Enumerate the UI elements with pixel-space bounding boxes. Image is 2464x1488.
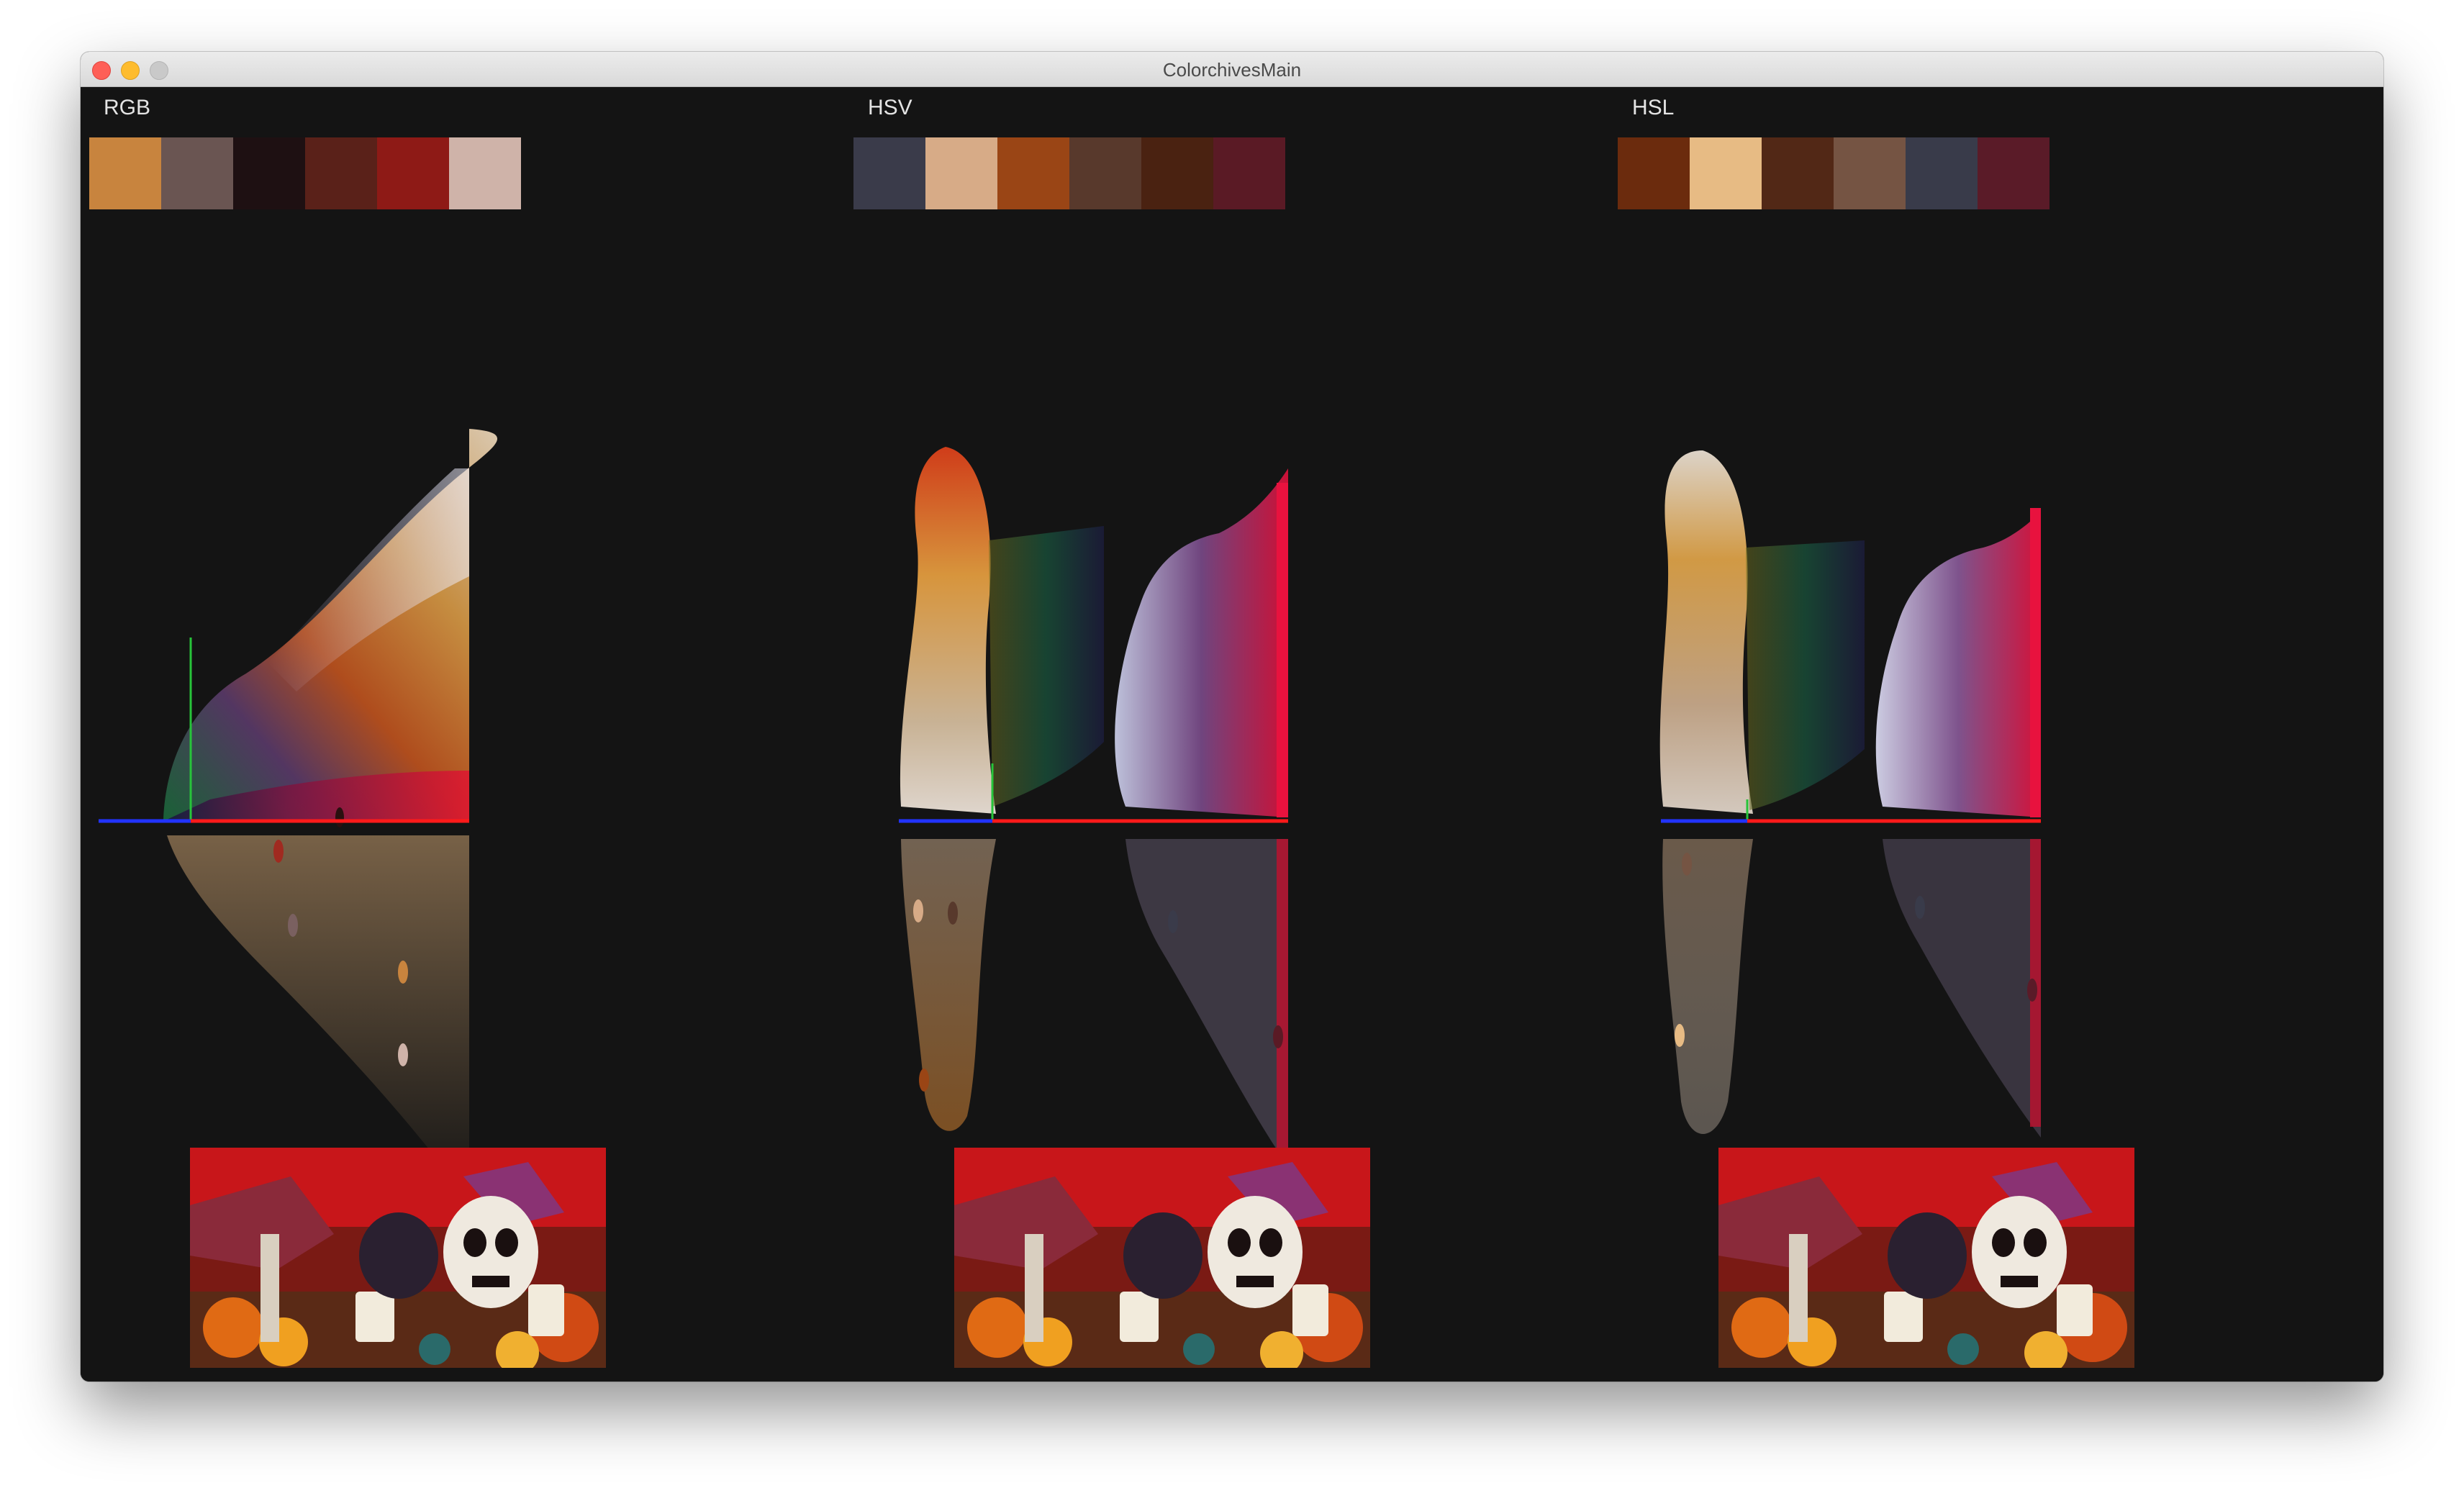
panel-hsv: HSV bbox=[845, 87, 1609, 1382]
panel-label-rgb: RGB bbox=[104, 96, 151, 119]
hsl-cloud-right bbox=[1875, 512, 2041, 817]
window-title: ColorchivesMain bbox=[1162, 59, 1302, 81]
hsl-cloud-left bbox=[1659, 450, 1753, 814]
palette-swatch[interactable] bbox=[233, 137, 305, 209]
hsv-centroid-marker bbox=[913, 899, 923, 922]
palette-rgb bbox=[89, 137, 521, 209]
panel-label-hsv: HSV bbox=[868, 96, 912, 119]
palette-swatch[interactable] bbox=[1141, 137, 1213, 209]
rgb-3d-plot[interactable] bbox=[81, 303, 845, 1202]
palette-swatch[interactable] bbox=[89, 137, 161, 209]
palette-swatch[interactable] bbox=[1906, 137, 1978, 209]
panel-rgb: RGB bbox=[81, 87, 845, 1382]
hsv-reflection-left bbox=[901, 839, 996, 1131]
palette-hsv bbox=[853, 137, 1285, 209]
main-content: RGB HSV HSL bbox=[81, 87, 2383, 1382]
rgb-centroid-marker bbox=[398, 961, 408, 984]
hsl-centroid-marker bbox=[2027, 979, 2037, 1002]
hsv-reflection-red-edge bbox=[1277, 839, 1288, 1163]
hsl-centroid-marker bbox=[1915, 896, 1925, 919]
hsv-centroid-marker bbox=[919, 1069, 929, 1092]
palette-swatch[interactable] bbox=[161, 137, 233, 209]
hsv-cloud-middle bbox=[989, 526, 1104, 807]
palette-swatch[interactable] bbox=[1069, 137, 1141, 209]
source-image-thumbnail[interactable] bbox=[190, 1148, 606, 1368]
app-window: ColorchivesMain RGB HSV HSL bbox=[81, 52, 2383, 1382]
panel-label-hsl: HSL bbox=[1632, 96, 1675, 119]
hsv-cloud-right bbox=[1115, 468, 1288, 817]
panel-hsl: HSL bbox=[1609, 87, 2373, 1382]
palette-swatch[interactable] bbox=[377, 137, 449, 209]
hsv-3d-plot[interactable] bbox=[845, 303, 1609, 1202]
palette-swatch[interactable] bbox=[1762, 137, 1834, 209]
source-image-thumbnail[interactable] bbox=[954, 1148, 1370, 1368]
palette-swatch[interactable] bbox=[1618, 137, 1690, 209]
source-image-thumbnail[interactable] bbox=[1718, 1148, 2134, 1368]
hsl-reflection-left bbox=[1662, 839, 1753, 1134]
hsl-3d-plot[interactable] bbox=[1609, 303, 2373, 1202]
hsv-cloud-left bbox=[900, 447, 996, 814]
palette-hsl bbox=[1618, 137, 2049, 209]
title-bar[interactable]: ColorchivesMain bbox=[81, 52, 2383, 87]
palette-swatch[interactable] bbox=[853, 137, 925, 209]
hsv-cloud-red-edge bbox=[1277, 483, 1288, 817]
hsl-reflection-right bbox=[1883, 839, 2041, 1138]
palette-swatch[interactable] bbox=[1834, 137, 1906, 209]
palette-swatch[interactable] bbox=[1213, 137, 1285, 209]
hsv-centroid-marker bbox=[1273, 1025, 1283, 1048]
palette-swatch[interactable] bbox=[925, 137, 997, 209]
hsl-cloud-middle bbox=[1746, 540, 1865, 810]
palette-swatch[interactable] bbox=[997, 137, 1069, 209]
hsv-reflection-right bbox=[1125, 839, 1288, 1166]
rgb-centroid-marker bbox=[273, 840, 284, 863]
rgb-centroid-marker bbox=[335, 807, 344, 827]
palette-swatch[interactable] bbox=[305, 137, 377, 209]
hsl-centroid-marker bbox=[1675, 1024, 1685, 1047]
palette-swatch[interactable] bbox=[449, 137, 521, 209]
hsv-centroid-marker bbox=[948, 902, 958, 925]
hsl-cloud-red-edge bbox=[2030, 508, 2041, 817]
hsl-centroid-marker bbox=[1682, 853, 1692, 876]
rgb-centroid-marker bbox=[398, 1043, 408, 1066]
palette-swatch[interactable] bbox=[1978, 137, 2049, 209]
rgb-centroid-marker bbox=[288, 914, 298, 937]
palette-swatch[interactable] bbox=[1690, 137, 1762, 209]
hsv-centroid-marker bbox=[1168, 910, 1178, 933]
